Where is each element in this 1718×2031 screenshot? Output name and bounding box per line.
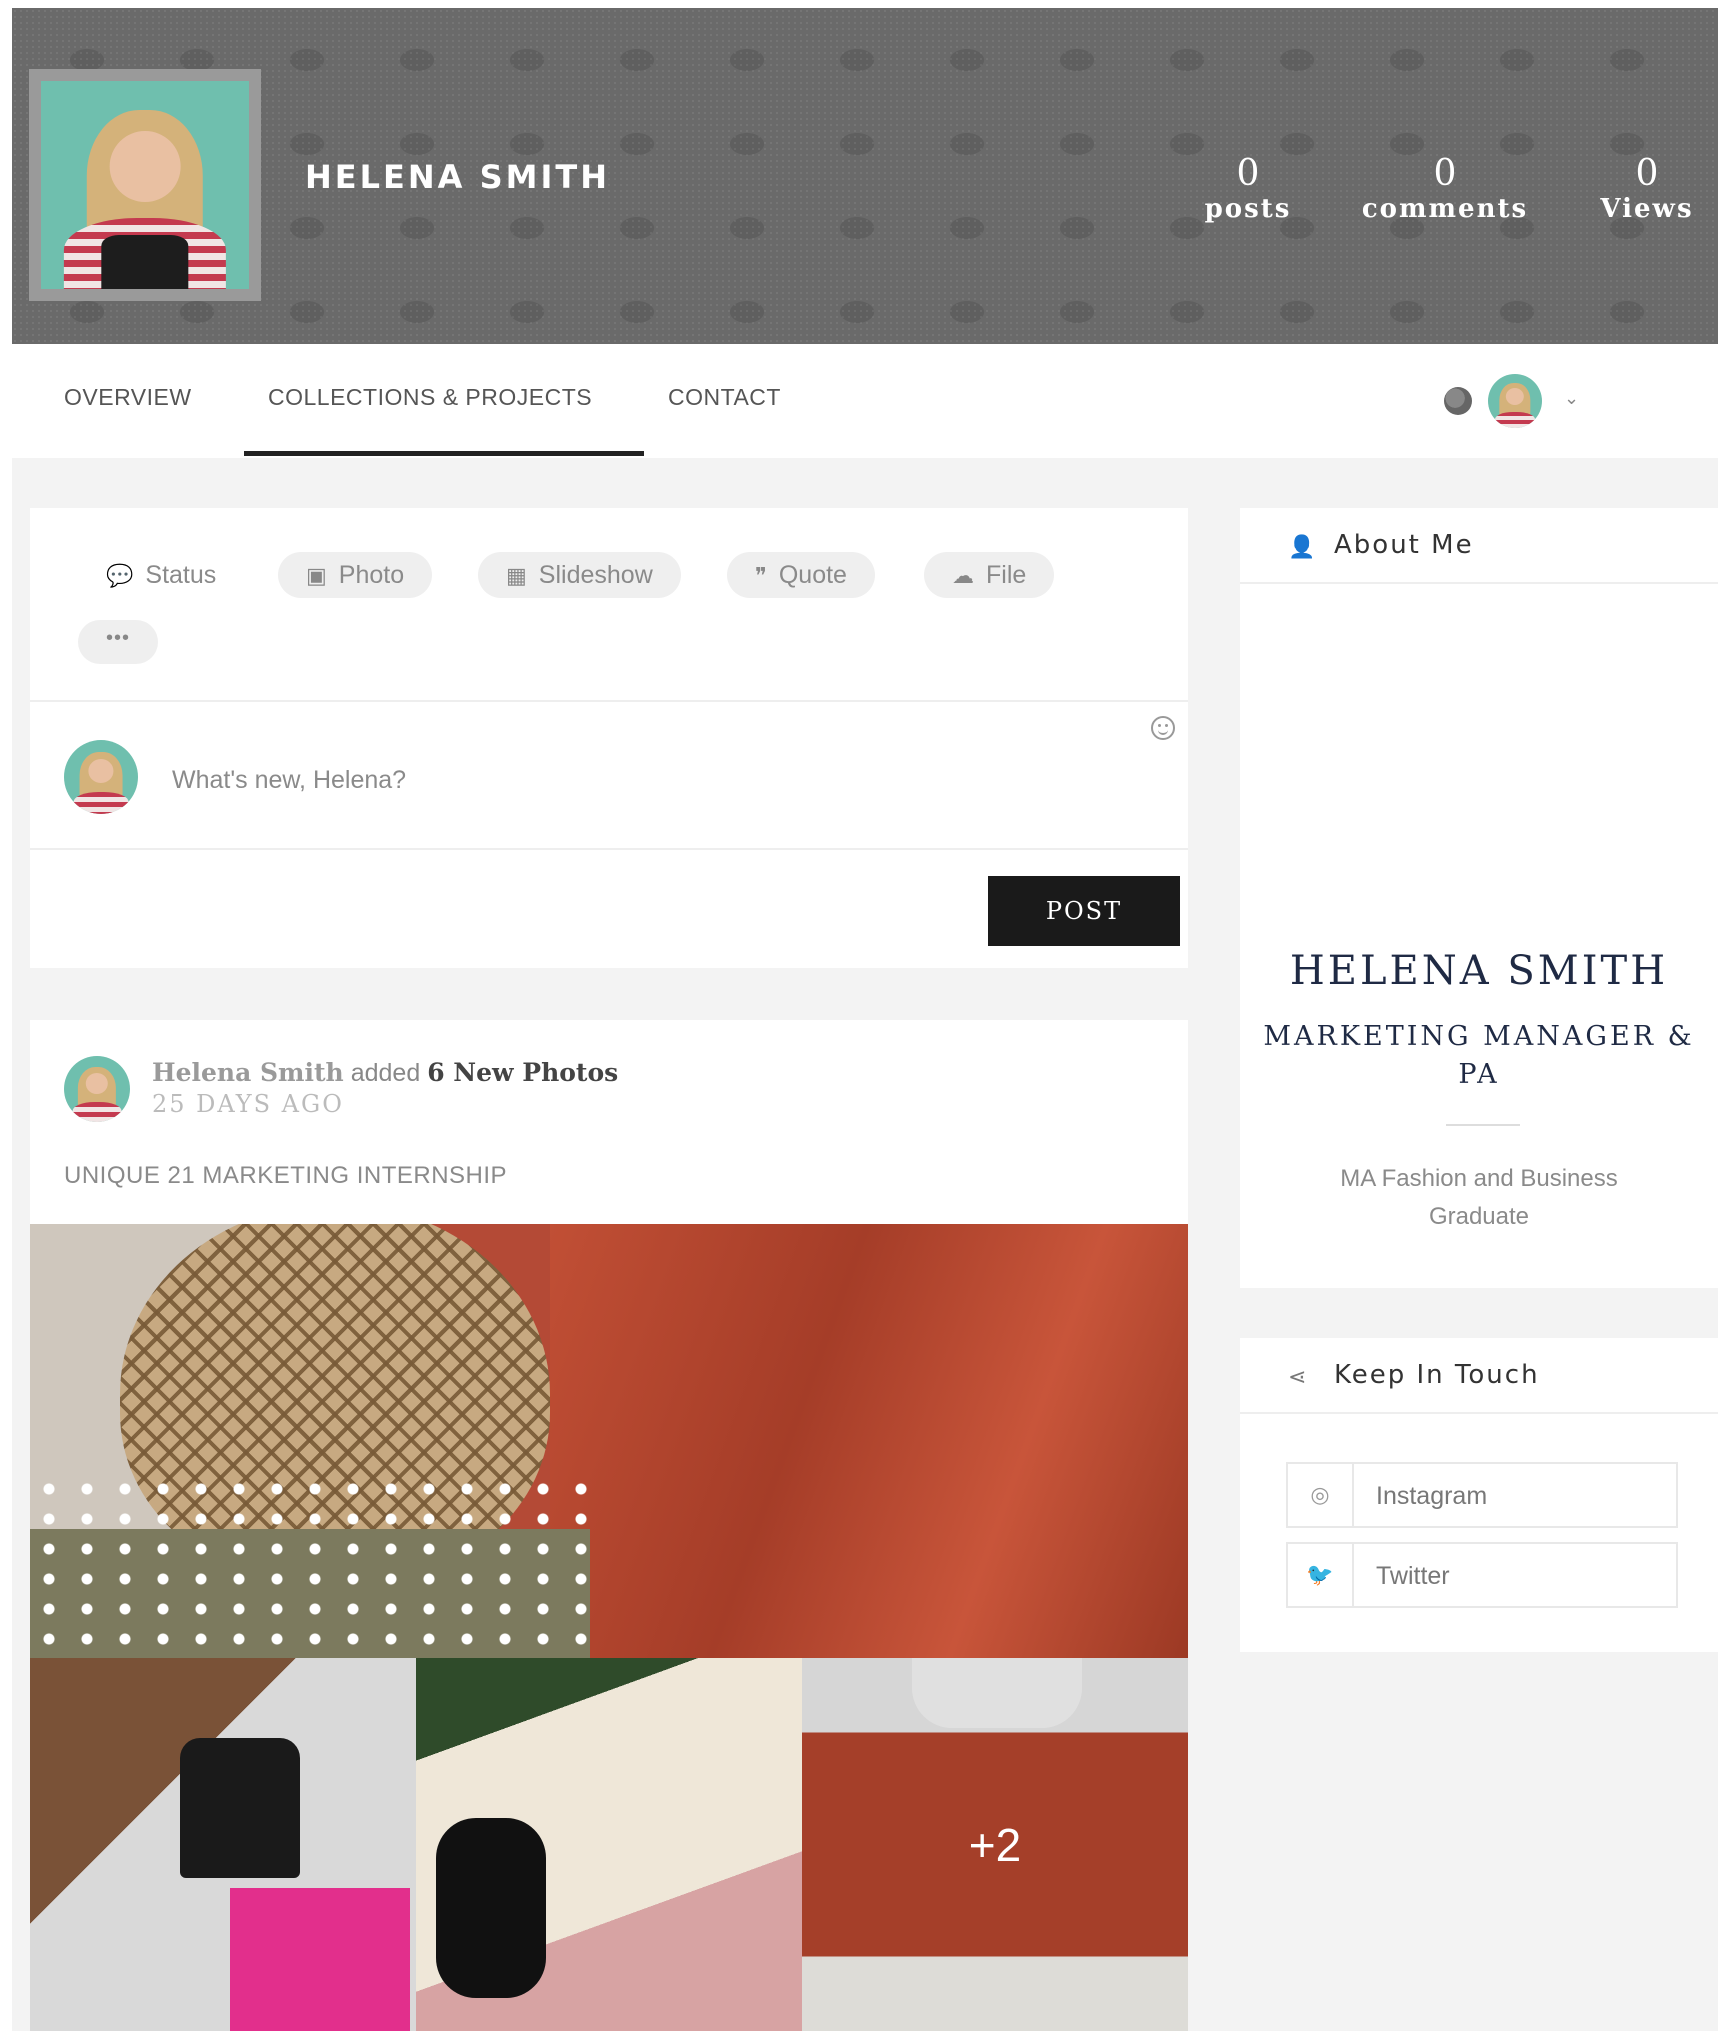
composer-type-status[interactable]: 💬 Status [78, 552, 244, 598]
user-icon: 👤 [1288, 534, 1316, 559]
social-link-instagram[interactable]: ◎ Instagram [1286, 1462, 1678, 1528]
activity-verb: added [350, 1059, 421, 1087]
widget-header: 👤 About Me [1240, 508, 1718, 584]
social-link-twitter[interactable]: 🐦 Twitter [1286, 1542, 1678, 1608]
composer-type-photo[interactable]: ▣ Photo [278, 552, 433, 598]
about-name: HELENA SMITH [1289, 948, 1669, 994]
activity-title: UNIQUE 21 MARKETING INTERNSHIP [64, 1162, 508, 1189]
profile-nav: OVERVIEW COLLECTIONS & PROJECTS CONTACT … [12, 344, 1718, 458]
status-input[interactable] [170, 758, 1110, 802]
about-bio: MA Fashion and Business Graduate [1340, 1165, 1618, 1230]
composer-type-slideshow[interactable]: ▦ Slideshow [478, 552, 681, 598]
social-link-label: Instagram [1376, 1482, 1488, 1510]
stat-value: 0 [1236, 153, 1260, 194]
profile-photo [41, 81, 249, 289]
widget-title: Keep In Touch [1334, 1360, 1540, 1390]
film-icon: ▦ [506, 563, 527, 588]
tab-collections-projects[interactable]: COLLECTIONS & PROJECTS [268, 384, 592, 411]
post-button[interactable]: POST [988, 876, 1180, 946]
active-tab-indicator [244, 451, 644, 456]
avatar[interactable] [64, 1056, 130, 1122]
post-composer: 💬 Status ▣ Photo ▦ Slideshow ❞ Quote ☁ File •… [30, 508, 1188, 968]
share-icon: ⋖ [1288, 1364, 1307, 1389]
avatar [64, 740, 138, 814]
activity-summary: Helena Smith added 6 New Photos [152, 1058, 618, 1088]
widget-header: ⋖ Keep In Touch [1240, 1338, 1718, 1414]
instagram-icon: ◎ [1288, 1464, 1354, 1526]
divider [30, 700, 1188, 702]
image-icon: ▣ [306, 563, 327, 588]
about-me-widget: 👤 About Me HELENA SMITH MARKETING MANAGE… [1240, 508, 1718, 1288]
stat-label: comments [1361, 194, 1529, 224]
widget-title: About Me [1334, 530, 1474, 560]
gallery-photo-main[interactable] [30, 1224, 1188, 1658]
profile-cover: HELENA SMITH 0 posts 0 comments 0 Views [12, 8, 1718, 344]
speech-bubble-icon: 💬 [106, 563, 134, 588]
more-photos-count[interactable]: +2 [802, 1658, 1188, 2031]
tab-contact[interactable]: CONTACT [668, 384, 781, 411]
activity-item: Helena Smith added 6 New Photos 25 DAYS … [30, 1020, 1188, 2031]
activity-author[interactable]: Helena Smith [152, 1058, 344, 1087]
divider [30, 848, 1188, 850]
user-menu-avatar[interactable] [1488, 374, 1542, 428]
cloud-upload-icon: ☁ [952, 563, 974, 588]
emoji-icon[interactable] [1151, 716, 1175, 740]
stat-posts: 0 posts [1188, 153, 1308, 225]
tab-overview[interactable]: OVERVIEW [64, 384, 192, 411]
activity-object[interactable]: 6 New Photos [427, 1058, 618, 1087]
keep-in-touch-widget: ⋖ Keep In Touch ◎ Instagram 🐦 Twitter [1240, 1338, 1718, 1652]
quote-icon: ❞ [755, 563, 767, 588]
twitter-icon: 🐦 [1288, 1544, 1354, 1606]
stat-value: 0 [1433, 153, 1457, 194]
chevron-down-icon[interactable]: ⌄ [1564, 388, 1579, 409]
composer-type-quote[interactable]: ❞ Quote [727, 552, 875, 598]
stat-label: Views [1600, 194, 1694, 224]
about-role: MARKETING MANAGER & PA [1263, 1021, 1695, 1090]
social-link-label: Twitter [1376, 1562, 1450, 1590]
photo-gallery: +2 [30, 1224, 1188, 2031]
profile-avatar[interactable] [29, 69, 261, 301]
composer-type-label: Photo [338, 561, 405, 589]
composer-type-label: File [986, 561, 1027, 589]
stat-value: 0 [1635, 153, 1659, 194]
globe-icon[interactable] [1444, 387, 1472, 415]
composer-type-label: Slideshow [538, 561, 653, 589]
stat-comments: 0 comments [1352, 153, 1538, 225]
activity-timestamp: 25 DAYS AGO [152, 1090, 344, 1118]
profile-name: HELENA SMITH [305, 158, 610, 196]
stat-views: 0 Views [1592, 153, 1702, 225]
divider [1446, 1124, 1520, 1126]
gallery-photo[interactable] [30, 1658, 416, 2031]
gallery-photo-more[interactable]: +2 [802, 1658, 1188, 2031]
gallery-photo[interactable] [416, 1658, 802, 2031]
stat-label: posts [1204, 194, 1292, 224]
composer-type-file[interactable]: ☁ File [924, 552, 1055, 598]
more-types-button[interactable]: ••• [78, 620, 158, 664]
composer-type-label: Quote [778, 561, 847, 589]
composer-type-label: Status [145, 561, 217, 589]
